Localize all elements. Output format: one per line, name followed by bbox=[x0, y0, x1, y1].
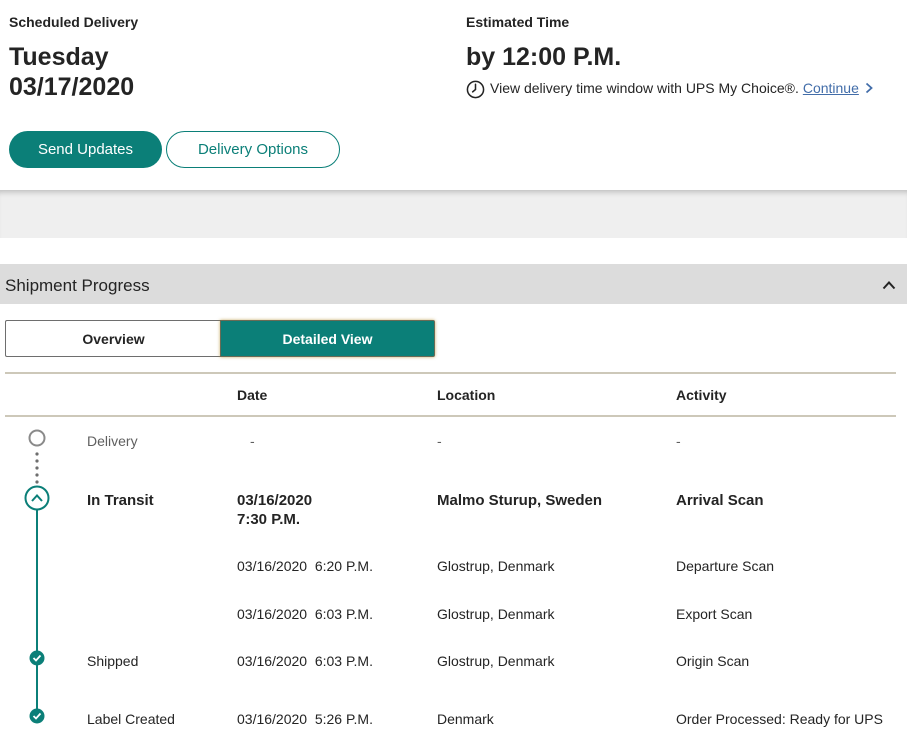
row-activity: Departure Scan bbox=[676, 558, 775, 574]
row-date: 03/16/2020 6:20 P.M. bbox=[237, 558, 373, 574]
delivery-options-button[interactable]: Delivery Options bbox=[166, 131, 340, 168]
chevron-right-icon[interactable] bbox=[863, 82, 875, 94]
table-top-rule bbox=[5, 372, 896, 374]
status-label: Label Created bbox=[87, 711, 175, 727]
row-location: Glostrup, Denmark bbox=[437, 558, 555, 574]
column-header-date: Date bbox=[237, 387, 268, 403]
row-date: 03/16/2020 bbox=[237, 492, 313, 509]
row-location: - bbox=[437, 433, 442, 449]
pending-circle-icon bbox=[28, 429, 46, 447]
row-date: 03/16/2020 5:26 P.M. bbox=[237, 711, 373, 727]
row-date: 03/16/2020 6:03 P.M. bbox=[237, 653, 373, 669]
shipment-progress-header[interactable]: Shipment Progress bbox=[0, 264, 907, 304]
check-circle-icon bbox=[29, 708, 45, 724]
dotted-connector bbox=[35, 452, 39, 484]
clock-icon bbox=[466, 80, 485, 99]
tab-detailed-view[interactable]: Detailed View bbox=[220, 320, 435, 357]
row-activity: Order Processed: Ready for UPS bbox=[676, 711, 883, 727]
estimated-time-label: Estimated Time bbox=[466, 14, 570, 30]
row-location: Denmark bbox=[437, 711, 494, 727]
column-header-activity: Activity bbox=[676, 387, 727, 403]
check-circle-icon bbox=[29, 650, 45, 666]
row-activity: Export Scan bbox=[676, 606, 753, 622]
current-step-icon bbox=[24, 485, 50, 511]
row-activity: - bbox=[676, 433, 681, 449]
row-time: 7:30 P.M. bbox=[237, 511, 301, 528]
section-divider bbox=[0, 190, 907, 238]
row-activity: Arrival Scan bbox=[676, 492, 764, 509]
row-location: Glostrup, Denmark bbox=[437, 606, 555, 622]
status-label: In Transit bbox=[87, 492, 154, 509]
estimated-time: by 12:00 P.M. bbox=[466, 43, 622, 71]
continue-link[interactable]: Continue bbox=[803, 80, 859, 96]
progress-timeline bbox=[24, 429, 50, 724]
status-label: Delivery bbox=[87, 433, 138, 449]
row-date: - bbox=[250, 433, 255, 449]
row-date: 03/16/2020 6:03 P.M. bbox=[237, 606, 373, 622]
delivery-summary: Scheduled Delivery Tuesday 03/17/2020 Es… bbox=[0, 0, 907, 190]
my-choice-text: View delivery time window with UPS My Ch… bbox=[490, 79, 799, 96]
status-label: Shipped bbox=[87, 653, 139, 669]
row-location: Malmo Sturup, Sweden bbox=[437, 492, 603, 509]
table-header-rule bbox=[5, 415, 896, 417]
row-location: Glostrup, Denmark bbox=[437, 653, 555, 669]
row-activity: Origin Scan bbox=[676, 653, 750, 669]
column-header-location: Location bbox=[437, 387, 496, 403]
my-choice-note: View delivery time window with UPS My Ch… bbox=[466, 76, 875, 99]
chevron-up-icon[interactable] bbox=[882, 279, 896, 291]
